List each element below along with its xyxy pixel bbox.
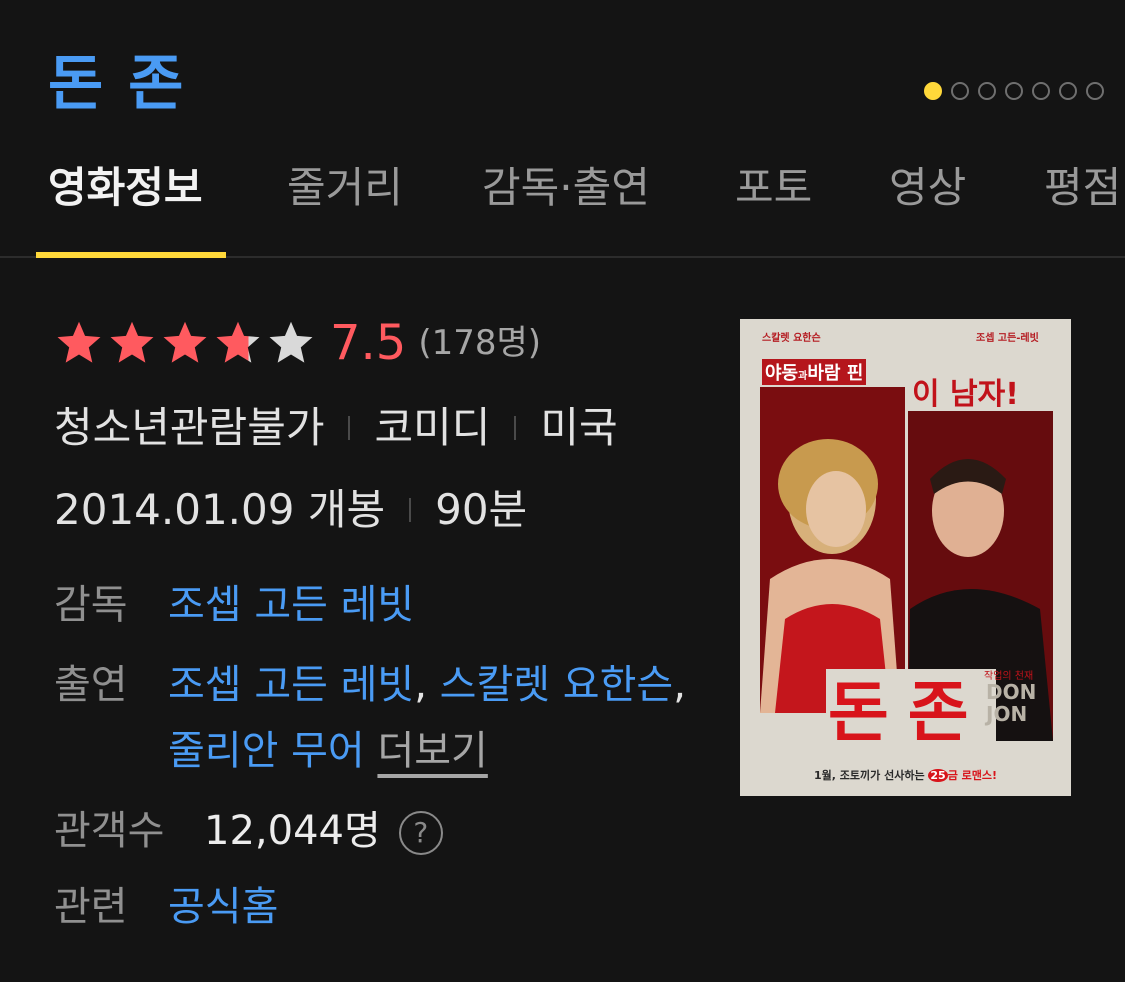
star-empty-icon	[269, 321, 313, 363]
tab-movie-info[interactable]: 영화정보	[48, 160, 203, 216]
movie-poster[interactable]: 스칼렛 요한슨 조셉 고든-레빗 야동과바람 핀 이 남자! 돈 존 작업의 천…	[740, 319, 1071, 796]
movie-title: 돈 존	[48, 49, 186, 119]
cast-line-1: 조셉 고든 레빗, 스칼렛 요한슨,	[168, 658, 686, 712]
star-icon	[163, 321, 207, 363]
tab-synopsis[interactable]: 줄거리	[287, 160, 403, 216]
tab-bar: 영화정보 줄거리 감독·출연 포토 영상 평점	[0, 150, 1125, 258]
director-label: 감독	[54, 582, 128, 628]
meta-row-classification: 청소년관람불가 코미디 미국	[54, 400, 618, 456]
divider	[348, 416, 351, 440]
release-date: 2014.01.09 개봉	[54, 485, 386, 534]
tab-reviews[interactable]: 평점	[1044, 160, 1121, 216]
pagination-dot[interactable]	[951, 82, 969, 100]
more-cast-button[interactable]: 더보기	[377, 728, 487, 774]
poster-tagline-left: 야동과바람 핀	[762, 359, 867, 385]
cast-link[interactable]: 스칼렛 요한슨	[440, 662, 674, 708]
runtime: 90분	[435, 485, 528, 534]
poster-top-right-text: 조셉 고든-레빗	[976, 333, 1039, 344]
cast-separator: ,	[673, 662, 686, 708]
pagination-dot[interactable]	[924, 82, 942, 100]
cast-link[interactable]: 조셉 고든 레빗	[168, 662, 414, 708]
country: 미국	[540, 403, 618, 452]
pagination-dot[interactable]	[1086, 82, 1104, 100]
star-rating	[54, 318, 316, 368]
related-label: 관련	[54, 884, 128, 930]
official-site-link[interactable]: 공식홈	[168, 880, 278, 934]
star-icon	[110, 321, 154, 363]
cast-link[interactable]: 줄리안 무어	[168, 728, 365, 774]
cast-label: 출연	[54, 662, 128, 708]
tab-video[interactable]: 영상	[889, 160, 966, 216]
genre: 코미디	[374, 403, 491, 452]
active-tab-indicator	[36, 252, 226, 258]
cast-separator: ,	[414, 662, 427, 708]
help-icon[interactable]: ?	[398, 811, 443, 855]
poster-title: 돈 존	[828, 674, 968, 751]
pagination-dot[interactable]	[1005, 82, 1023, 100]
poster-bottom-text: 1월, 조토끼가 선사하는 25 금 로맨스!	[814, 769, 998, 782]
pagination-dot[interactable]	[1032, 82, 1050, 100]
movie-info-panel: 돈 존 영화정보 줄거리 감독·출연 포토 영상 평점 7.5 (178명) 청…	[0, 0, 1125, 982]
divider	[514, 416, 517, 440]
cast-line-2: 줄리안 무어 더보기	[168, 724, 488, 778]
age-rating: 청소년관람불가	[54, 403, 325, 452]
pagination-dot[interactable]	[978, 82, 996, 100]
pagination-dot[interactable]	[1059, 82, 1077, 100]
star-half-icon	[216, 321, 260, 363]
audience-row: 12,044명?	[204, 804, 443, 858]
meta-row-release: 2014.01.09 개봉 90분	[54, 482, 527, 538]
tab-photo[interactable]: 포토	[735, 160, 812, 216]
poster-top-left-text: 스칼렛 요한슨	[762, 333, 821, 344]
rating-score: 7.5	[330, 315, 407, 371]
carousel-pagination	[924, 82, 1104, 100]
divider	[409, 498, 412, 522]
audience-label: 관객수	[54, 808, 165, 854]
director-link[interactable]: 조셉 고든 레빗	[168, 578, 414, 632]
poster-title-english: DON JON	[986, 680, 1037, 726]
poster-tagline-right: 이 남자!	[912, 377, 1019, 412]
rating-row: 7.5 (178명)	[54, 315, 541, 371]
star-icon	[57, 321, 101, 363]
audience-count: 12,044명	[204, 808, 381, 854]
rating-count: (178명)	[418, 323, 542, 363]
tab-director-cast[interactable]: 감독·출연	[482, 160, 650, 216]
